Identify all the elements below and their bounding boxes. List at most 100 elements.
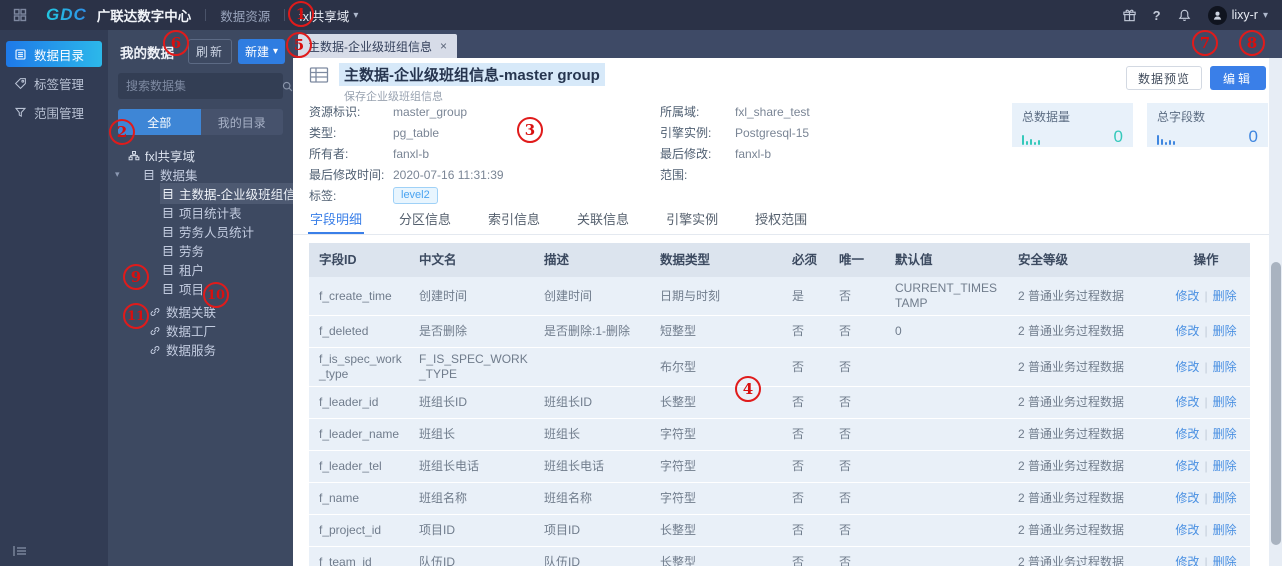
delete-link[interactable]: 删除: [1213, 523, 1237, 537]
meta-value: master_group: [393, 104, 468, 119]
table-row: f_leader_tel 班组长电话 班组长电话 字符型 否 否 2 普通业务过程数据 修改 |…: [309, 451, 1250, 483]
sidebar-item-tags[interactable]: 标签管理: [6, 70, 102, 96]
help-icon[interactable]: ?: [1153, 8, 1161, 23]
annotation-circle-5: 5: [286, 32, 312, 58]
modify-link[interactable]: 修改: [1175, 491, 1199, 505]
column-header: 描述: [544, 252, 570, 267]
table-row: f_deleted 是否删除 是否删除:1-删除 短整型 否 否 0 2 普通业务过程数据 修改…: [309, 316, 1250, 348]
annotation-circle-10: 10: [203, 282, 229, 308]
table-cell: 班组长ID: [544, 395, 593, 409]
table-cell: [885, 463, 1008, 471]
tree-link-2[interactable]: 数据服务: [108, 340, 293, 359]
tree-dataset-3[interactable]: 劳务: [108, 241, 293, 260]
table-cell: 否: [792, 459, 805, 473]
user-menu[interactable]: lixy-r ▾: [1207, 5, 1268, 25]
refresh-button[interactable]: 刷新: [187, 39, 232, 64]
annotation-circle-6: 6: [163, 30, 189, 56]
bell-icon[interactable]: [1177, 8, 1192, 23]
delete-link[interactable]: 删除: [1213, 555, 1237, 566]
table-row: f_name 班组名称 班组名称 字符型 否 否 2 普通业务过程数据 修改 | 删除: [309, 483, 1250, 515]
app-grid-icon[interactable]: [12, 7, 28, 23]
annotation-circle-8: 8: [1239, 30, 1265, 56]
detail-tab-0[interactable]: 字段明细: [307, 202, 365, 234]
column-header: 字段ID: [319, 252, 357, 267]
column-header: 必须: [792, 252, 818, 267]
tree-dataset-inner: 租户: [160, 259, 210, 280]
sidebar-item-scope[interactable]: 范围管理: [6, 99, 102, 125]
gift-icon[interactable]: [1122, 8, 1137, 23]
document-tab[interactable]: 主数据-企业级班组信息 ×: [298, 34, 458, 58]
topbar: GDC 广联达数字中心 数据资源 fxl共享域 ▾ ? lixy-r ▾: [0, 0, 1282, 30]
tree-dataset-label: 劳务人员统计: [179, 226, 255, 240]
document-tabstrip: 主数据-企业级班组信息 ×: [293, 30, 1282, 58]
modify-link[interactable]: 修改: [1175, 324, 1199, 338]
meta-value: 2020-07-16 11:31:39: [393, 167, 504, 182]
delete-link[interactable]: 删除: [1213, 459, 1237, 473]
delete-link[interactable]: 删除: [1213, 395, 1237, 409]
collapse-sidebar-icon[interactable]: [12, 544, 28, 558]
dataset-header: 主数据-企业级班组信息-master group 保存企业级班组信息 数据预览 …: [293, 58, 1282, 103]
delete-link[interactable]: 删除: [1213, 324, 1237, 338]
modify-link[interactable]: 修改: [1175, 395, 1199, 409]
table-icon: [309, 66, 329, 84]
modify-link[interactable]: 修改: [1175, 360, 1199, 374]
detail-tab-1[interactable]: 分区信息: [399, 202, 451, 234]
delete-link[interactable]: 删除: [1213, 427, 1237, 441]
tree-dataset-1[interactable]: 项目统计表: [108, 203, 293, 222]
table-icon: [162, 226, 174, 238]
detail-tab-5[interactable]: 授权范围: [755, 202, 807, 234]
table-cell: 否: [839, 427, 852, 441]
link-icon: [149, 325, 161, 337]
sidebar-item-catalog[interactable]: 数据目录: [6, 41, 102, 67]
modify-link[interactable]: 修改: [1175, 459, 1199, 473]
org-icon: [128, 150, 140, 162]
page-scrollbar[interactable]: [1269, 58, 1282, 566]
table-row: f_leader_name 班组长 班组长 字符型 否 否 2 普通业务过程数据 修改 | 删除: [309, 419, 1250, 451]
detail-tab-4[interactable]: 引擎实例: [666, 202, 718, 234]
modify-link[interactable]: 修改: [1175, 289, 1199, 303]
chevron-down-icon: ▾: [353, 9, 359, 21]
meta-label: 最后修改:: [660, 147, 712, 161]
close-icon[interactable]: ×: [440, 39, 447, 53]
tree-dataset-2[interactable]: 劳务人员统计: [108, 222, 293, 241]
edit-button[interactable]: 编辑: [1209, 66, 1266, 90]
delete-link[interactable]: 删除: [1213, 360, 1237, 374]
meta-row: 范围:: [660, 164, 990, 185]
create-button[interactable]: 新建 ▾: [237, 39, 285, 64]
table-cell: 否: [792, 359, 805, 374]
nav-data-resource[interactable]: 数据资源: [220, 6, 270, 25]
tree-group-datasets[interactable]: ▾ 数据集: [108, 165, 293, 184]
table-cell: 班组长: [544, 427, 581, 441]
table-cell: 长整型: [660, 555, 697, 566]
row-actions: 修改 | 删除: [1168, 391, 1250, 414]
search-input[interactable]: [126, 79, 281, 93]
detail-tabs: 字段明细 分区信息 索引信息 关联信息 引擎实例 授权范围: [293, 202, 1282, 235]
tree-root-domain[interactable]: fxl共享域: [108, 146, 293, 165]
tree-dataset-0[interactable]: 主数据-企业级班组信息: [108, 183, 315, 204]
modify-link[interactable]: 修改: [1175, 523, 1199, 537]
divider: |: [1204, 359, 1208, 374]
table-cell: [885, 363, 1008, 371]
table-cell: 2 普通业务过程数据: [1018, 491, 1125, 505]
annotation-circle-4: 4: [735, 376, 761, 402]
link-icon: [149, 344, 161, 356]
data-preview-button[interactable]: 数据预览: [1125, 66, 1202, 90]
table-cell: 班组长电话: [544, 459, 605, 473]
delete-link[interactable]: 删除: [1213, 289, 1237, 303]
sidebar-item-label: 数据目录: [34, 48, 85, 63]
modify-link[interactable]: 修改: [1175, 427, 1199, 441]
tree-dataset-label: 租户: [179, 264, 205, 278]
detail-tab-3[interactable]: 关联信息: [577, 202, 629, 234]
detail-tab-2[interactable]: 索引信息: [488, 202, 540, 234]
table-row: f_project_id 项目ID 项目ID 长整型 否 否 2 普通业务过程数据 修改 | 删除: [309, 515, 1250, 547]
table-cell: 布尔型: [660, 359, 697, 374]
divider: |: [1204, 288, 1208, 303]
data-panel: 我的数据 刷新 新建▾ 全部我的目录 fxl共享域▾数据集主数据-企业级班组信息…: [108, 30, 315, 566]
chevron-down-icon[interactable]: ▾: [115, 169, 125, 180]
delete-link[interactable]: 删除: [1213, 491, 1237, 505]
table-cell: 否: [792, 395, 805, 409]
page-scroll-thumb[interactable]: [1270, 262, 1281, 545]
modify-link[interactable]: 修改: [1175, 555, 1199, 566]
filter-tab-1[interactable]: 我的目录: [201, 109, 284, 135]
table-cell: 项目ID: [419, 523, 456, 537]
